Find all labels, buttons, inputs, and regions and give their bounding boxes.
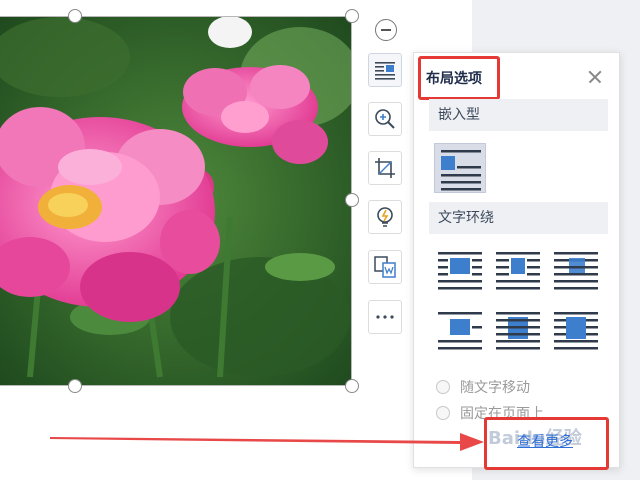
- wrap-through-icon: [554, 252, 598, 290]
- crop-icon: [375, 158, 395, 178]
- resize-handle-right[interactable]: [345, 193, 359, 207]
- more-icon: [376, 315, 394, 319]
- close-icon[interactable]: [586, 68, 604, 86]
- wrap-tight-icon: [496, 252, 540, 290]
- crop-button[interactable]: [368, 151, 402, 185]
- layout-options-icon: [375, 62, 395, 80]
- wrap-top-bottom-icon: [438, 312, 482, 350]
- radio-circle[interactable]: [436, 406, 450, 420]
- wrap-square-option[interactable]: [436, 250, 484, 290]
- wrap-section-header: 文字环绕: [429, 202, 608, 234]
- wrap-tight-option[interactable]: [494, 250, 542, 290]
- resize-handle-bottom-right[interactable]: [345, 379, 359, 393]
- zoom-in-button[interactable]: [368, 102, 402, 136]
- convert-icon: [374, 256, 396, 278]
- wrap-through-option[interactable]: [552, 250, 600, 290]
- wrap-in-front-option[interactable]: [552, 310, 600, 350]
- resize-handle-top[interactable]: [68, 9, 82, 23]
- radio-circle[interactable]: [436, 380, 450, 394]
- smart-suggest-button[interactable]: [368, 200, 402, 234]
- wrap-square-icon: [438, 252, 482, 290]
- inline-layout-icon: [441, 150, 481, 191]
- zoom-in-icon: [375, 109, 395, 129]
- peony-photo: [0, 17, 351, 385]
- selected-picture[interactable]: [0, 16, 352, 386]
- resize-handle-top-right[interactable]: [345, 9, 359, 23]
- layout-options-button[interactable]: [368, 53, 402, 87]
- wrap-inline-option[interactable]: [434, 143, 486, 193]
- wrap-behind-text-option[interactable]: [494, 310, 542, 350]
- wrap-top-bottom-option[interactable]: [436, 310, 484, 350]
- resize-handle-bottom[interactable]: [68, 379, 82, 393]
- wrap-behind-text-icon: [496, 312, 540, 350]
- link-highlight-box: [484, 417, 609, 470]
- panel-title: 布局选项: [426, 71, 482, 87]
- inline-section-header: 嵌入型: [429, 99, 608, 131]
- idea-icon: [377, 207, 393, 227]
- radio-label: 随文字移动: [460, 380, 530, 396]
- convert-button[interactable]: [368, 250, 402, 284]
- more-tools-button[interactable]: [368, 300, 402, 334]
- wrap-in-front-icon: [554, 312, 598, 350]
- collapse-toolbar-button[interactable]: [375, 19, 397, 41]
- move-with-text-radio[interactable]: 随文字移动: [436, 377, 530, 397]
